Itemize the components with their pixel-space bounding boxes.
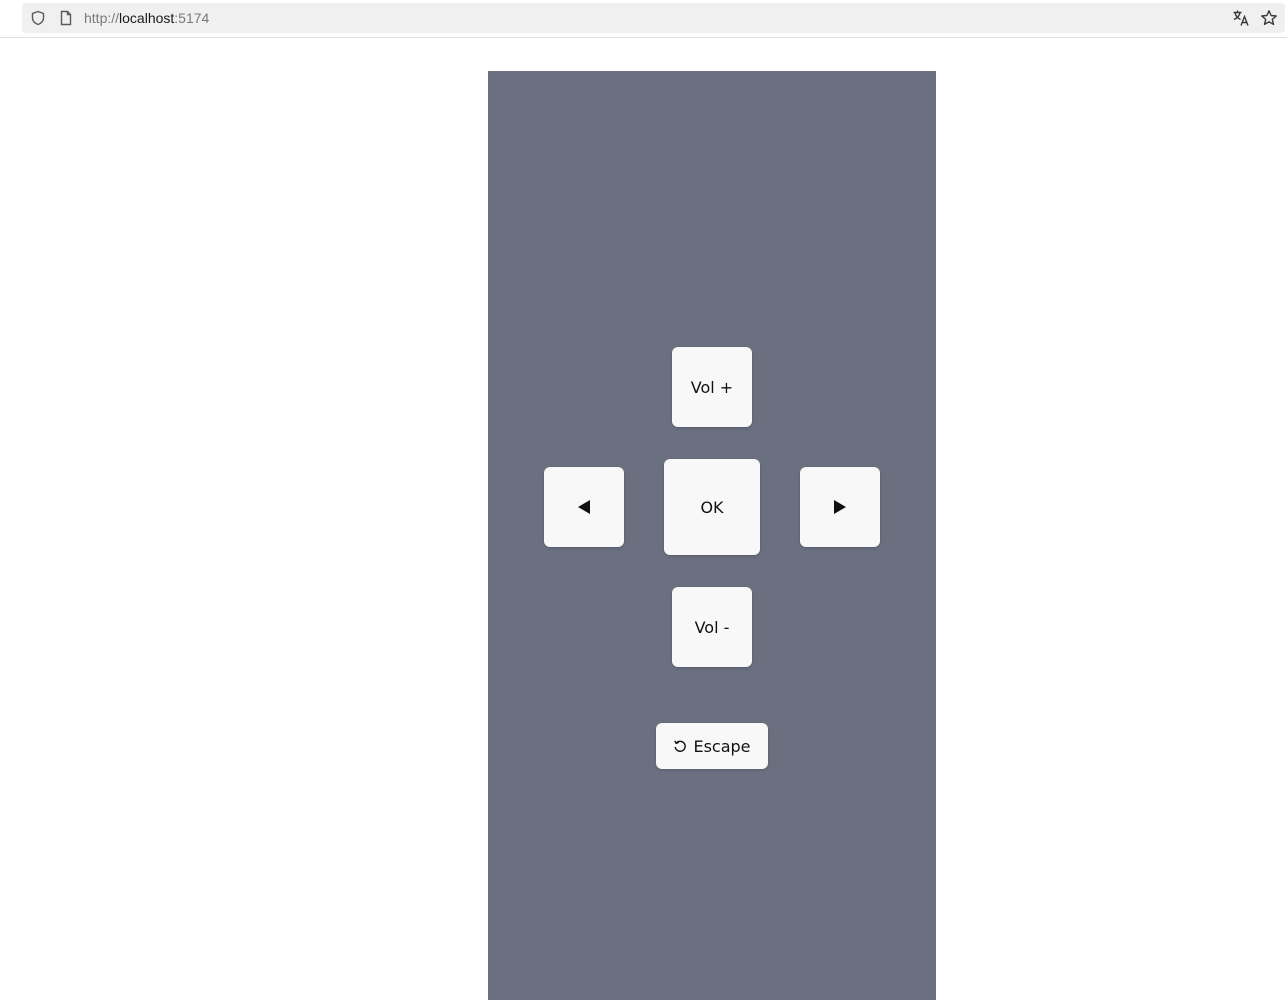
shield-icon[interactable] [30,10,46,26]
url-host: localhost [119,10,175,26]
ok-label: OK [700,497,724,517]
url-text[interactable]: http://localhost:5174 [84,10,209,26]
volume-up-button[interactable]: Vol + [672,347,752,427]
left-triangle-icon [578,500,590,514]
bookmark-star-icon[interactable] [1260,9,1278,27]
right-triangle-icon [834,500,846,514]
page-icon [60,10,72,26]
reset-arrow-icon [674,740,687,752]
ok-button[interactable]: OK [664,459,760,555]
escape-label: Escape [693,736,751,756]
right-button[interactable] [800,467,880,547]
volume-down-button[interactable]: Vol - [672,587,752,667]
browser-toolbar: http://localhost:5174 [0,0,1287,38]
address-bar[interactable]: http://localhost:5174 [22,3,1285,33]
url-scheme: http:// [84,10,120,26]
remote-control-panel: Vol + OK Vol - Escape [488,71,936,1000]
translate-icon[interactable] [1232,9,1250,27]
escape-button[interactable]: Escape [656,723,768,769]
volume-up-label: Vol + [690,377,734,397]
volume-down-label: Vol - [694,617,730,637]
url-port: :5174 [174,10,210,26]
left-button[interactable] [544,467,624,547]
